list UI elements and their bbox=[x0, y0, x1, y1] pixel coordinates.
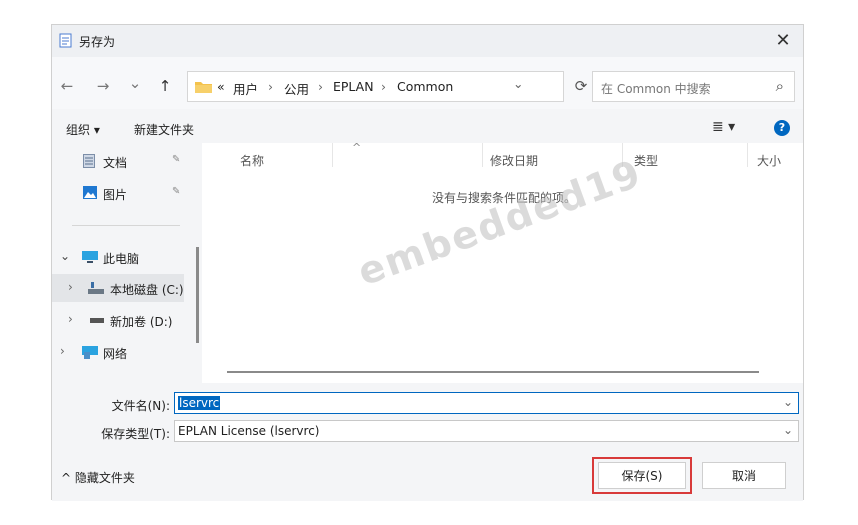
column-header-modified[interactable]: 修改日期 bbox=[490, 152, 538, 169]
horizontal-scrollbar[interactable] bbox=[227, 371, 759, 373]
forward-button[interactable]: → bbox=[92, 75, 114, 97]
cancel-button[interactable]: 取消 bbox=[702, 462, 786, 489]
close-button[interactable]: ✕ bbox=[771, 29, 795, 53]
sidebar-item-pictures[interactable]: 图片 ✎ bbox=[52, 179, 192, 207]
document-icon bbox=[83, 154, 95, 168]
folder-icon bbox=[195, 80, 212, 93]
sidebar-item-label: 图片 bbox=[103, 188, 128, 202]
breadcrumb-users[interactable]: 用户 bbox=[233, 79, 258, 98]
column-divider[interactable] bbox=[482, 143, 483, 167]
save-dialog-icon bbox=[59, 33, 72, 48]
column-divider[interactable] bbox=[332, 143, 333, 167]
network-icon bbox=[82, 346, 98, 359]
breadcrumb-eplan[interactable]: EPLAN bbox=[333, 79, 374, 94]
save-as-dialog: 另存为 ✕ ← → ⌄ ↑ « 用户 › 公用 › EPLAN › Common… bbox=[51, 24, 804, 501]
sidebar-item-label: 新加卷 (D:) bbox=[110, 315, 173, 329]
sort-ascending-icon: ^ bbox=[352, 141, 362, 154]
new-folder-button[interactable]: 新建文件夹 bbox=[134, 121, 194, 138]
column-divider[interactable] bbox=[747, 143, 748, 167]
sidebar-item-label: 此电脑 bbox=[103, 252, 140, 266]
sidebar-item-new-volume-d[interactable]: › 新加卷 (D:) bbox=[52, 306, 192, 334]
sidebar-scrollbar[interactable] bbox=[196, 247, 199, 343]
up-button[interactable]: ↑ bbox=[154, 75, 176, 97]
pin-icon: ✎ bbox=[172, 186, 181, 197]
address-dropdown-button[interactable]: ⌄ bbox=[513, 76, 523, 91]
command-bar: 组织 ▾ 新建文件夹 ≣ ▾ ? bbox=[52, 115, 803, 143]
filetype-value: EPLAN License (lservrc) bbox=[178, 424, 320, 438]
filetype-label: 保存类型(T): bbox=[101, 427, 170, 441]
breadcrumb-public[interactable]: 公用 bbox=[284, 79, 309, 98]
file-list: 名称 ^ 修改日期 类型 大小 没有与搜索条件匹配的项。 bbox=[202, 141, 803, 383]
hide-folders-toggle[interactable]: ^ 隐藏文件夹 bbox=[61, 469, 135, 486]
organize-menu[interactable]: 组织 ▾ bbox=[66, 121, 100, 138]
picture-icon bbox=[83, 186, 97, 199]
window-title: 另存为 bbox=[79, 35, 116, 49]
sidebar-item-documents[interactable]: 文档 ✎ bbox=[52, 147, 192, 175]
breadcrumb-separator: › bbox=[318, 79, 323, 94]
sidebar-divider bbox=[72, 225, 180, 226]
chevron-down-icon[interactable]: ⌄ bbox=[60, 249, 70, 263]
sidebar-item-network[interactable]: › 网络 bbox=[52, 338, 192, 366]
filename-label: 文件名(N): bbox=[111, 399, 170, 413]
filetype-dropdown-button[interactable]: ⌄ bbox=[783, 423, 793, 437]
sidebar-item-this-pc[interactable]: ⌄ 此电脑 bbox=[52, 243, 192, 271]
filename-value: lservrc bbox=[178, 396, 221, 410]
view-options-button[interactable]: ≣ ▾ bbox=[712, 119, 735, 135]
breadcrumb-common[interactable]: Common bbox=[397, 79, 453, 94]
drive-icon bbox=[88, 282, 104, 294]
column-header-name[interactable]: 名称 bbox=[240, 152, 264, 169]
chevron-right-icon[interactable]: › bbox=[60, 344, 65, 358]
filename-dropdown-button[interactable]: ⌄ bbox=[783, 395, 793, 409]
filetype-select[interactable]: EPLAN License (lservrc) ⌄ bbox=[174, 420, 799, 442]
breadcrumb-overflow[interactable]: « bbox=[217, 79, 225, 94]
sidebar-item-label: 网络 bbox=[103, 347, 128, 361]
filename-input[interactable]: lservrc ⌄ bbox=[174, 392, 799, 414]
sidebar-item-local-disk-c[interactable]: › 本地磁盘 (C:) bbox=[52, 274, 184, 302]
pin-icon: ✎ bbox=[172, 154, 181, 165]
address-bar[interactable]: « 用户 › 公用 › EPLAN › Common ⌄ bbox=[187, 71, 564, 102]
column-header-size[interactable]: 大小 bbox=[757, 152, 781, 169]
navigation-pane: 文档 ✎ 图片 ✎ ⌄ 此电脑 › 本地磁盘 (C:) › 新加卷 (D:) ›… bbox=[52, 143, 192, 383]
recent-locations-button[interactable]: ⌄ bbox=[124, 72, 146, 94]
help-icon[interactable]: ? bbox=[774, 120, 790, 136]
navigation-bar: ← → ⌄ ↑ « 用户 › 公用 › EPLAN › Common ⌄ ⟳ 在… bbox=[52, 57, 803, 109]
save-form: 文件名(N): lservrc ⌄ 保存类型(T): EPLAN License… bbox=[52, 383, 803, 501]
chevron-right-icon[interactable]: › bbox=[68, 280, 73, 294]
chevron-right-icon[interactable]: › bbox=[68, 312, 73, 326]
back-button[interactable]: ← bbox=[56, 75, 78, 97]
computer-icon bbox=[82, 251, 98, 263]
sidebar-item-label: 本地磁盘 (C:) bbox=[110, 283, 184, 297]
search-placeholder: 在 Common 中搜索 bbox=[601, 82, 711, 96]
search-box[interactable]: 在 Common 中搜索 ⌕ bbox=[592, 71, 795, 102]
search-icon[interactable]: ⌕ bbox=[776, 77, 784, 95]
refresh-button[interactable]: ⟳ bbox=[570, 75, 592, 97]
title-bar: 另存为 ✕ bbox=[52, 25, 803, 57]
volume-icon bbox=[90, 318, 104, 323]
breadcrumb-separator: › bbox=[268, 79, 273, 94]
save-button[interactable]: 保存(S) bbox=[598, 462, 686, 489]
breadcrumb-separator: › bbox=[381, 79, 386, 94]
sidebar-item-label: 文档 bbox=[103, 156, 128, 170]
